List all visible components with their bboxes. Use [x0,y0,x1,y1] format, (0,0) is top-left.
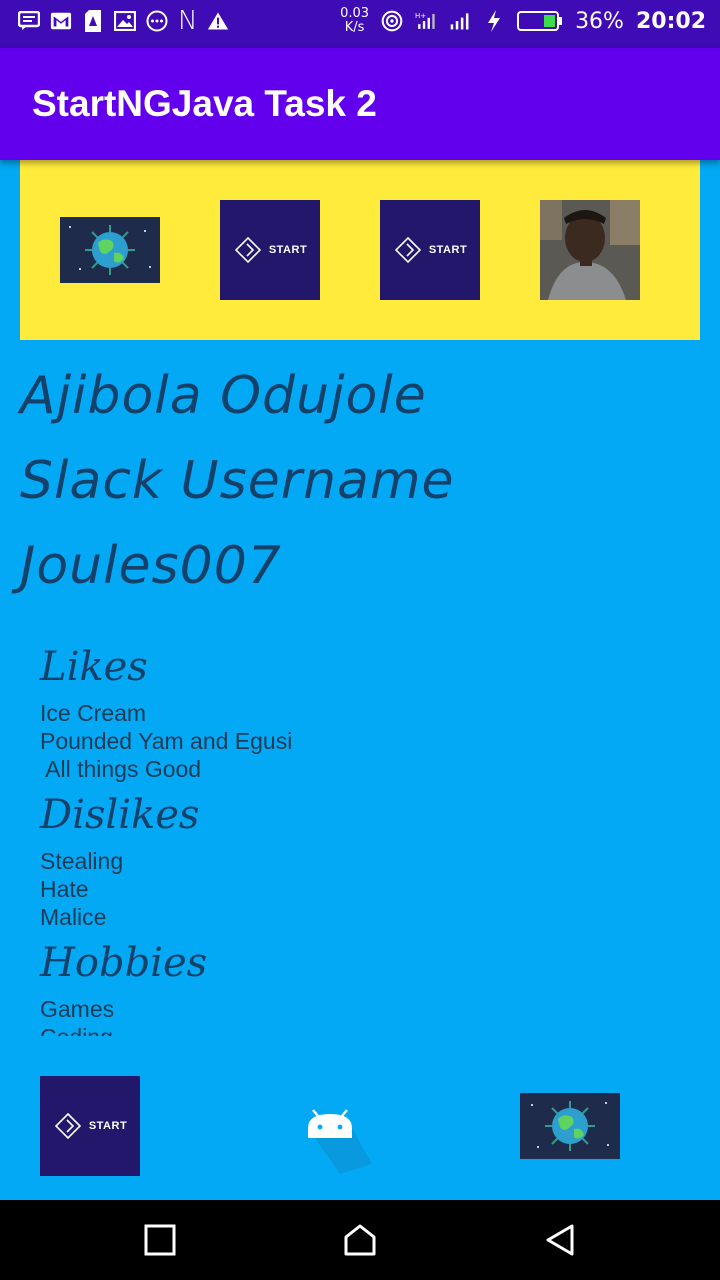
likes-item: Ice Cream [40,700,147,726]
app-bar: StartNGJava Task 2 [0,48,720,160]
start-logo-label: START [268,244,308,256]
hobbies-item: Coding [40,1024,113,1036]
start-logo-image-2: START [380,200,480,300]
dislikes-item: Stealing [40,848,124,874]
app-title: StartNGJava Task 2 [32,83,377,124]
home-icon [344,1224,376,1256]
start-logo-label: START [88,1120,128,1132]
likes-item: Pounded Yam and Egusi [40,728,293,754]
start-logo-image-1: START [220,200,320,300]
footer-covid-globe-image [520,1093,620,1159]
dislikes-heading: Dislikes [40,792,200,838]
status-bar: N 0.03 K/s H+ 36% 20:02 [0,0,720,48]
full-name: Ajibola Odujole [20,366,427,426]
more-circle-icon [146,10,168,32]
clock: 20:02 [635,8,706,34]
footer-start-logo-image: START [40,1076,140,1176]
covid-globe-image [60,217,160,283]
svg-text:H+: H+ [415,11,426,20]
signal-1-icon: H+ [415,10,437,32]
gallery-icon [114,10,136,32]
android-logo-icon [300,1104,372,1174]
network-speed-unit: K/s [344,20,365,35]
start-logo-label: START [428,244,468,256]
profile-photo [540,200,640,300]
hobbies-scroll-area[interactable]: Games Coding [0,1000,720,1036]
hobbies-item: Games [40,1000,115,1022]
network-speed-value: 0.03 [340,6,370,21]
start-diamond-icon [394,236,421,264]
start-diamond-icon [54,1112,81,1140]
charging-icon [483,10,505,32]
message-icon [18,10,40,32]
battery-percent: 36% [575,8,624,34]
gmail-icon [50,10,72,32]
hotspot-icon [381,10,403,32]
n-app-icon: N [178,6,198,36]
status-system-icons: 0.03 K/s H+ 36% 20:02 [340,7,706,35]
square-icon [144,1224,176,1256]
status-notification-icons: N [18,6,229,36]
likes-heading: Likes [40,644,148,690]
back-button[interactable] [540,1220,580,1260]
warning-icon [207,10,229,32]
likes-item: All things Good [40,756,202,782]
home-button[interactable] [340,1220,380,1260]
system-navigation-bar [0,1200,720,1280]
recents-button[interactable] [140,1220,180,1260]
dislikes-item: Hate [40,876,89,902]
slack-username-label: Slack Username [20,451,455,511]
image-banner: START START [20,160,700,340]
start-diamond-icon [234,236,261,264]
signal-2-icon [449,10,471,32]
back-triangle-icon [546,1224,574,1256]
network-speed: 0.03 K/s [340,7,369,35]
dislikes-item: Malice [40,904,107,930]
hobbies-heading: Hobbies [40,940,208,986]
sim-alert-icon [82,10,104,32]
slack-username-value: Joules007 [20,536,282,596]
battery-icon [517,10,563,32]
